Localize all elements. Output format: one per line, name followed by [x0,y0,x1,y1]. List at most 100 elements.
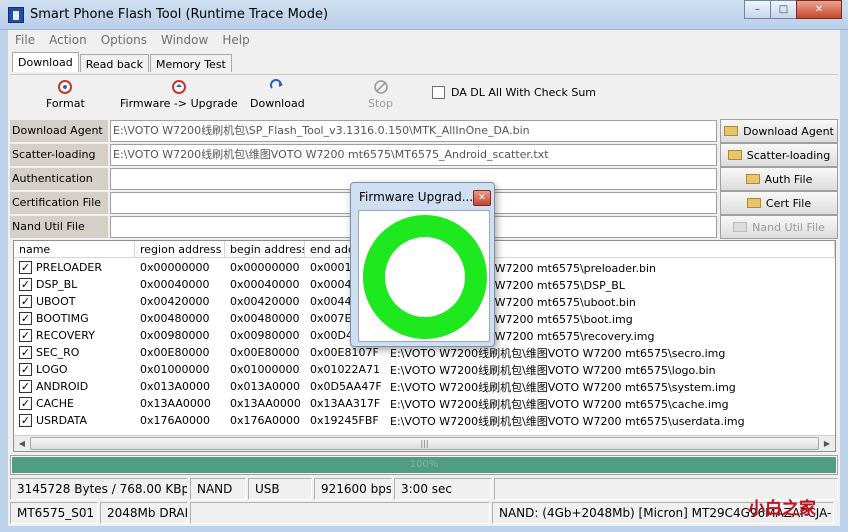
scroll-thumb[interactable]: ||| [30,437,819,450]
row-begin-address: 0x00040000 [230,278,300,291]
folder-icon [727,150,742,160]
row-name-cell: ✓ PRELOADER [14,261,135,274]
row-name: BOOTIMG [36,312,89,325]
row-checkbox[interactable]: ✓ [19,312,32,325]
minimize-button[interactable]: – [744,0,771,19]
status-chip: MT6575_S01 [10,502,98,524]
status-dram: 2048Mb DRAM [100,502,188,524]
checksum-checkbox[interactable] [432,86,445,99]
row-region-address: 0x00980000 [140,329,210,342]
menu-file[interactable]: File [8,33,42,47]
row-name: LOGO [36,363,68,376]
scatter-loading-row: Scatter-loading File E:\VOTO W7200线刷机包\维… [10,143,838,183]
menu-window[interactable]: Window [154,33,215,47]
column-begin-address[interactable]: begin address [225,241,305,257]
window-title: Smart Phone Flash Tool (Runtime Trace Mo… [30,7,329,22]
nand-util-label: Nand Util File [10,216,108,238]
scatter-loading-path[interactable]: E:\VOTO W7200线刷机包\维图VOTO W7200 mt6575\MT… [110,144,717,166]
menu-help[interactable]: Help [215,33,256,47]
format-icon [57,79,73,95]
row-checkbox[interactable]: ✓ [19,363,32,376]
scatter-loading-button[interactable]: Scatter-loading [720,143,838,167]
folder-icon [746,198,761,208]
row-name: USRDATA [36,414,88,427]
row-checkbox[interactable]: ✓ [19,414,32,427]
row-name: SEC_RO [36,346,80,359]
row-region-address: 0x00480000 [140,312,210,325]
row-name-cell: ✓ LOGO [14,363,135,376]
close-button[interactable]: ✕ [796,0,842,19]
auth-file-button-label: Auth File [764,172,813,186]
tab-download[interactable]: Download [12,52,79,72]
row-location: E:\VOTO W7200线刷机包\维图VOTO W7200 mt6575\us… [390,414,745,428]
tab-memory-test[interactable]: Memory Test [149,54,232,72]
row-begin-address: 0x013A0000 [230,380,301,393]
row-name: RECOVERY [36,329,95,342]
tab-strip: Download Read back Memory Test [12,52,233,72]
row-region-address: 0x01000000 [140,363,210,376]
row-name-cell: ✓ BOOTIMG [14,312,135,325]
cert-file-button-label: Cert File [765,196,812,210]
row-region-address: 0x013A0000 [140,380,211,393]
checksum-label: DA DL All With Check Sum [451,86,597,99]
table-row[interactable]: ✓ CACHE 0x13AA0000 0x13AA0000 0x13AA317F E:\V… [14,395,835,412]
row-end-address: 0x19245FBF [310,414,379,427]
download-label: Download [250,97,305,110]
download-button[interactable]: Download [250,79,305,110]
scroll-left-icon[interactable]: ◀ [14,436,30,451]
app-icon [8,7,24,23]
scatter-loading-button-label: Scatter-loading [746,148,831,162]
row-checkbox[interactable]: ✓ [19,397,32,410]
row-begin-address: 0x13AA0000 [230,397,301,410]
watermark: 小白之家 [748,499,816,519]
menu-action[interactable]: Action [42,33,94,47]
download-agent-path[interactable]: E:\VOTO W7200线刷机包\SP_Flash_Tool_v3.1316.… [110,120,717,142]
row-region-address: 0x13AA0000 [140,397,211,410]
menu-options[interactable]: Options [94,33,154,47]
stop-label: Stop [368,97,394,110]
row-end-address: 0x0D5AA47F [310,380,382,393]
dialog-close-button[interactable]: ✕ [473,190,491,206]
status-blank [190,502,490,524]
stop-button[interactable]: Stop [368,79,393,110]
download-agent-label: Download Agent [10,120,108,142]
horizontal-scrollbar[interactable]: ◀ ||| ▶ [14,435,835,451]
progress-ring-icon [363,215,487,339]
row-checkbox[interactable]: ✓ [19,295,32,308]
firmware-upgrade-button[interactable]: Firmware -> Upgrade [120,79,238,110]
row-checkbox[interactable]: ✓ [19,346,32,359]
row-region-address: 0x00040000 [140,278,210,291]
row-checkbox[interactable]: ✓ [19,380,32,393]
row-begin-address: 0x176A0000 [230,414,301,427]
row-begin-address: 0x00980000 [230,329,300,342]
format-button[interactable]: Format [46,79,85,110]
dialog-body [358,210,490,342]
maximize-button[interactable]: □ [770,0,797,19]
toolbar: Format Firmware -> Upgrade Download Stop… [10,74,838,116]
row-begin-address: 0x00000000 [230,261,300,274]
cert-file-button[interactable]: Cert File [720,191,838,215]
firmware-upgrade-dialog: Firmware Upgrad... ✕ [350,182,495,347]
table-row[interactable]: ✓ ANDROID 0x013A0000 0x013A0000 0x0D5AA47F E:… [14,378,835,395]
row-region-address: 0x00000000 [140,261,210,274]
row-checkbox[interactable]: ✓ [19,329,32,342]
status-bar-1: 3145728 Bytes / 768.00 KBps NAND USB 921… [10,478,840,500]
stop-icon [373,79,389,95]
table-row[interactable]: ✓ LOGO 0x01000000 0x01000000 0x01022A71 E:\VO… [14,361,835,378]
row-name-cell: ✓ DSP_BL [14,278,135,291]
row-checkbox[interactable]: ✓ [19,278,32,291]
row-checkbox[interactable]: ✓ [19,261,32,274]
column-region-address[interactable]: region address [135,241,225,257]
checksum-option[interactable]: DA DL All With Check Sum [432,86,596,99]
row-begin-address: 0x01000000 [230,363,300,376]
auth-file-button[interactable]: Auth File [720,167,838,191]
scroll-right-icon[interactable]: ▶ [819,436,835,451]
download-agent-button[interactable]: Download Agent [720,119,838,143]
row-region-address: 0x176A0000 [140,414,211,427]
table-row[interactable]: ✓ USRDATA 0x176A0000 0x176A0000 0x19245FBF E:… [14,412,835,429]
status-transfer-rate: 3145728 Bytes / 768.00 KBps [10,478,188,500]
folder-icon [733,222,748,232]
nand-util-button[interactable]: Nand Util File [720,215,838,239]
tab-read-back[interactable]: Read back [79,54,149,72]
column-name[interactable]: name [14,241,135,257]
